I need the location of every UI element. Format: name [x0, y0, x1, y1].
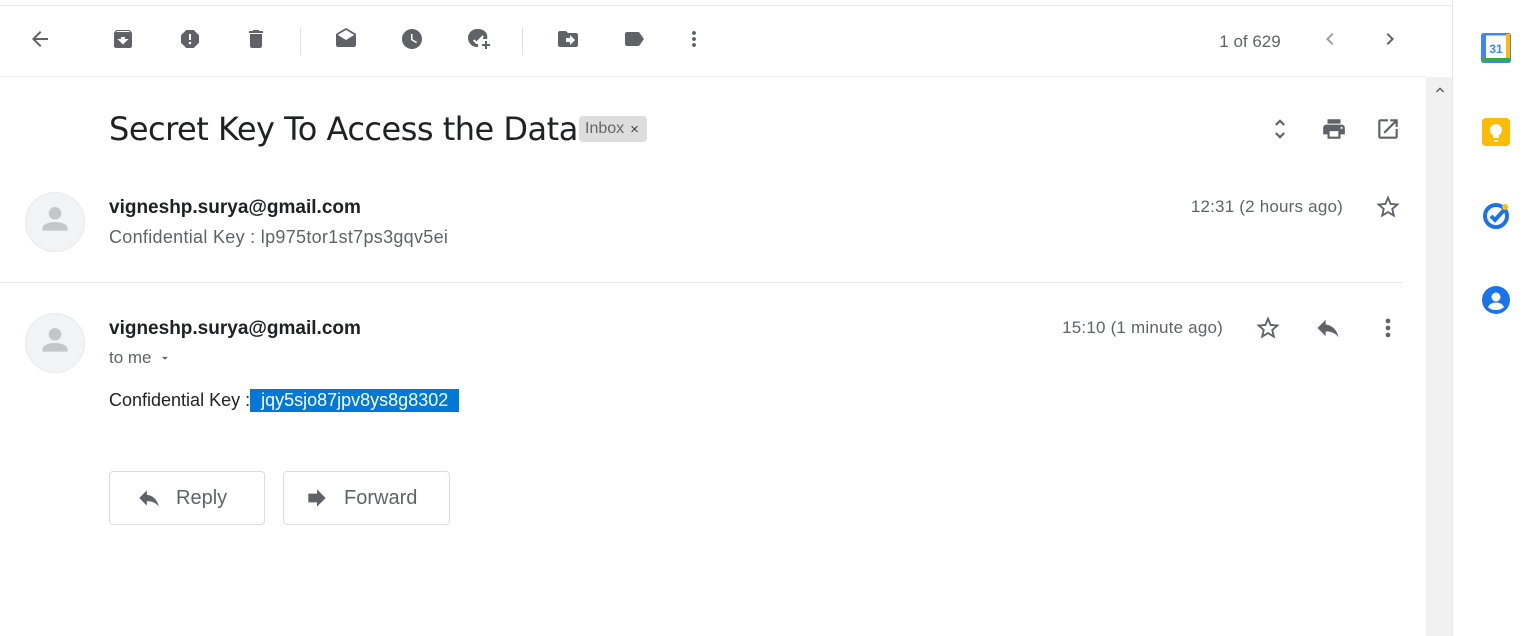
caret-down-icon: [161, 356, 168, 360]
sender-email[interactable]: vigneshp.surya@gmail.com: [109, 318, 361, 340]
trash-icon: [249, 30, 263, 48]
message-time: 15:10 (1 minute ago): [1062, 318, 1223, 337]
forward-button[interactable]: Forward: [283, 471, 450, 525]
message-snippet[interactable]: Confidential Key : lp975tor1st7ps3gqv5ei: [109, 227, 448, 248]
snooze-button[interactable]: [396, 23, 428, 55]
newer-button[interactable]: [1314, 23, 1346, 55]
reply-icon: [139, 490, 159, 507]
forward-icon: [308, 489, 326, 507]
star-button[interactable]: [1372, 191, 1404, 223]
calendar-icon: 31: [1481, 33, 1511, 63]
archive-icon: [114, 30, 132, 48]
side-panel: 31: [1453, 0, 1537, 636]
add-to-tasks-button[interactable]: [462, 23, 494, 55]
clock-icon: [402, 29, 422, 49]
vertical-scrollbar[interactable]: [1426, 77, 1453, 636]
sender-email[interactable]: vigneshp.surya@gmail.com: [109, 197, 361, 219]
unfold-icon: [1275, 119, 1285, 139]
print-all-button[interactable]: [1319, 114, 1349, 144]
message-more-button[interactable]: [1372, 312, 1404, 344]
chevron-left-icon: [1326, 33, 1334, 45]
message-time: 12:31 (2 hours ago): [1190, 197, 1343, 216]
keep-bulb-icon: [1482, 118, 1510, 146]
expand-all-button[interactable]: [1265, 114, 1295, 144]
avatar[interactable]: [25, 313, 85, 373]
reply-label: Reply: [176, 486, 228, 509]
toolbar-separator: [300, 27, 301, 55]
contacts-person-icon: [1482, 286, 1510, 314]
selected-key-text[interactable]: jqy5sjo87jpv8ys8g8302: [250, 389, 460, 412]
message-counter: 1 of 629: [1219, 32, 1281, 51]
print-icon: [1323, 119, 1345, 139]
older-button[interactable]: [1374, 23, 1406, 55]
body-text: Confidential Key :: [109, 390, 251, 410]
calendar-day-text: 31: [1489, 42, 1503, 56]
reply-icon-button[interactable]: [1312, 312, 1344, 344]
report-spam-icon: [181, 30, 199, 48]
star-outline-icon: [1376, 195, 1400, 218]
avatar[interactable]: [25, 192, 85, 252]
open-in-new-icon: [1378, 119, 1398, 139]
more-options-button[interactable]: [678, 23, 710, 55]
toolbar-separator: [522, 27, 523, 55]
remove-label-icon[interactable]: ×: [630, 121, 639, 138]
label-chip-text: Inbox: [585, 120, 625, 137]
label-icon: [625, 32, 644, 46]
back-arrow-icon: [32, 31, 48, 47]
email-subject: Secret Key To Access the Data: [109, 110, 578, 148]
message-body: Confidential Key : jqy5sjo87jpv8ys8g8302: [109, 389, 460, 412]
keep-app-button[interactable]: [1481, 117, 1511, 147]
mark-unread-icon: [336, 28, 356, 47]
caret-up-icon: [1435, 87, 1444, 93]
archive-button[interactable]: [107, 23, 139, 55]
tasks-app-button[interactable]: [1481, 201, 1511, 231]
recipient-label: to me: [109, 348, 152, 367]
move-to-button[interactable]: [552, 23, 584, 55]
calendar-app-button[interactable]: 31: [1481, 33, 1511, 63]
inbox-label-chip[interactable]: Inbox ×: [579, 116, 647, 142]
forward-label: Forward: [344, 486, 418, 509]
more-vert-icon: [692, 31, 696, 47]
default-avatar-icon: [42, 327, 68, 352]
tasks-check-icon: [1483, 203, 1509, 229]
recipient-details-toggle[interactable]: to me: [109, 348, 172, 368]
move-to-folder-icon: [558, 31, 578, 47]
more-vert-icon: [1385, 318, 1391, 338]
scroll-up-button[interactable]: [1426, 79, 1453, 101]
reply-icon: [1317, 319, 1339, 338]
star-outline-icon: [1256, 316, 1280, 339]
contacts-app-button[interactable]: [1481, 285, 1511, 315]
message-divider: [0, 282, 1403, 283]
add-task-icon: [468, 29, 490, 49]
default-avatar-icon: [42, 206, 68, 231]
message-toolbar: 1 of 629: [0, 6, 1426, 77]
mark-unread-button[interactable]: [330, 23, 362, 55]
chevron-right-icon: [1386, 33, 1394, 45]
labels-button[interactable]: [618, 23, 650, 55]
reply-button[interactable]: Reply: [109, 471, 265, 525]
open-in-new-window-button[interactable]: [1373, 114, 1403, 144]
delete-button[interactable]: [240, 23, 272, 55]
report-spam-button[interactable]: [174, 23, 206, 55]
star-button[interactable]: [1252, 312, 1284, 344]
back-button[interactable]: [24, 23, 56, 55]
